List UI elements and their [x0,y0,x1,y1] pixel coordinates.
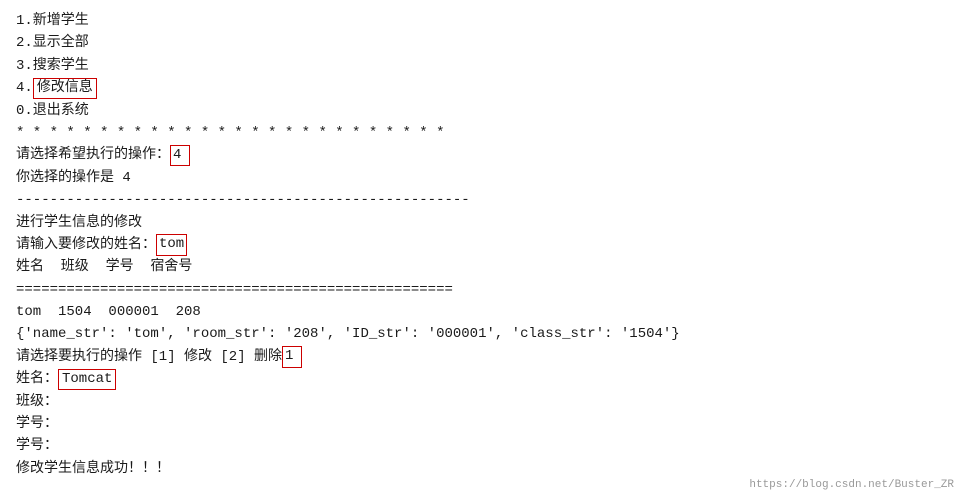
watermark: https://blog.csdn.net/Buster_ZR [749,479,954,491]
id2-field-line: 学号： [16,435,948,457]
dashes-separator: ----------------------------------------… [16,189,948,211]
table-headers: 姓名 班级 学号 宿舍号 [16,256,948,278]
action-prompt-line: 请选择要执行的操作 [1] 修改 [2] 删除1 [16,346,948,368]
menu-item-0: 0.退出系统 [16,100,948,122]
menu-item-3: 3.搜索学生 [16,55,948,77]
menu-item-2: 2.显示全部 [16,32,948,54]
name-field-line: 姓名：Tomcat [16,368,948,390]
stars-separator: * * * * * * * * * * * * * * * * * * * * … [16,122,948,144]
action-input-box[interactable]: 1 [282,346,302,368]
operation-response-line: 你选择的操作是 4 [16,167,948,189]
operation-input-box[interactable]: 4 [170,145,190,167]
dict-row: {'name_str': 'tom', 'room_str': '208', '… [16,323,948,345]
equals-separator: ========================================… [16,279,948,301]
terminal-window: 1.新增学生 2.显示全部 3.搜索学生 4.修改信息 0.退出系统 * * *… [0,0,964,501]
menu-item-4-box: 修改信息 [33,78,97,100]
operation-prompt-line: 请选择希望执行的操作：4 [16,144,948,166]
modify-title: 进行学生信息的修改 [16,212,948,234]
name-prompt-line: 请输入要修改的姓名：tom [16,234,948,256]
menu-item-1: 1.新增学生 [16,10,948,32]
id1-field-line: 学号： [16,413,948,435]
class-field-line: 班级： [16,391,948,413]
data-row: tom 1504 000001 208 [16,301,948,323]
name-value-box[interactable]: Tomcat [58,369,116,391]
name-input-box[interactable]: tom [156,234,187,256]
menu-item-4: 4.修改信息 [16,77,948,99]
success-message: 修改学生信息成功！！！ [16,458,948,480]
